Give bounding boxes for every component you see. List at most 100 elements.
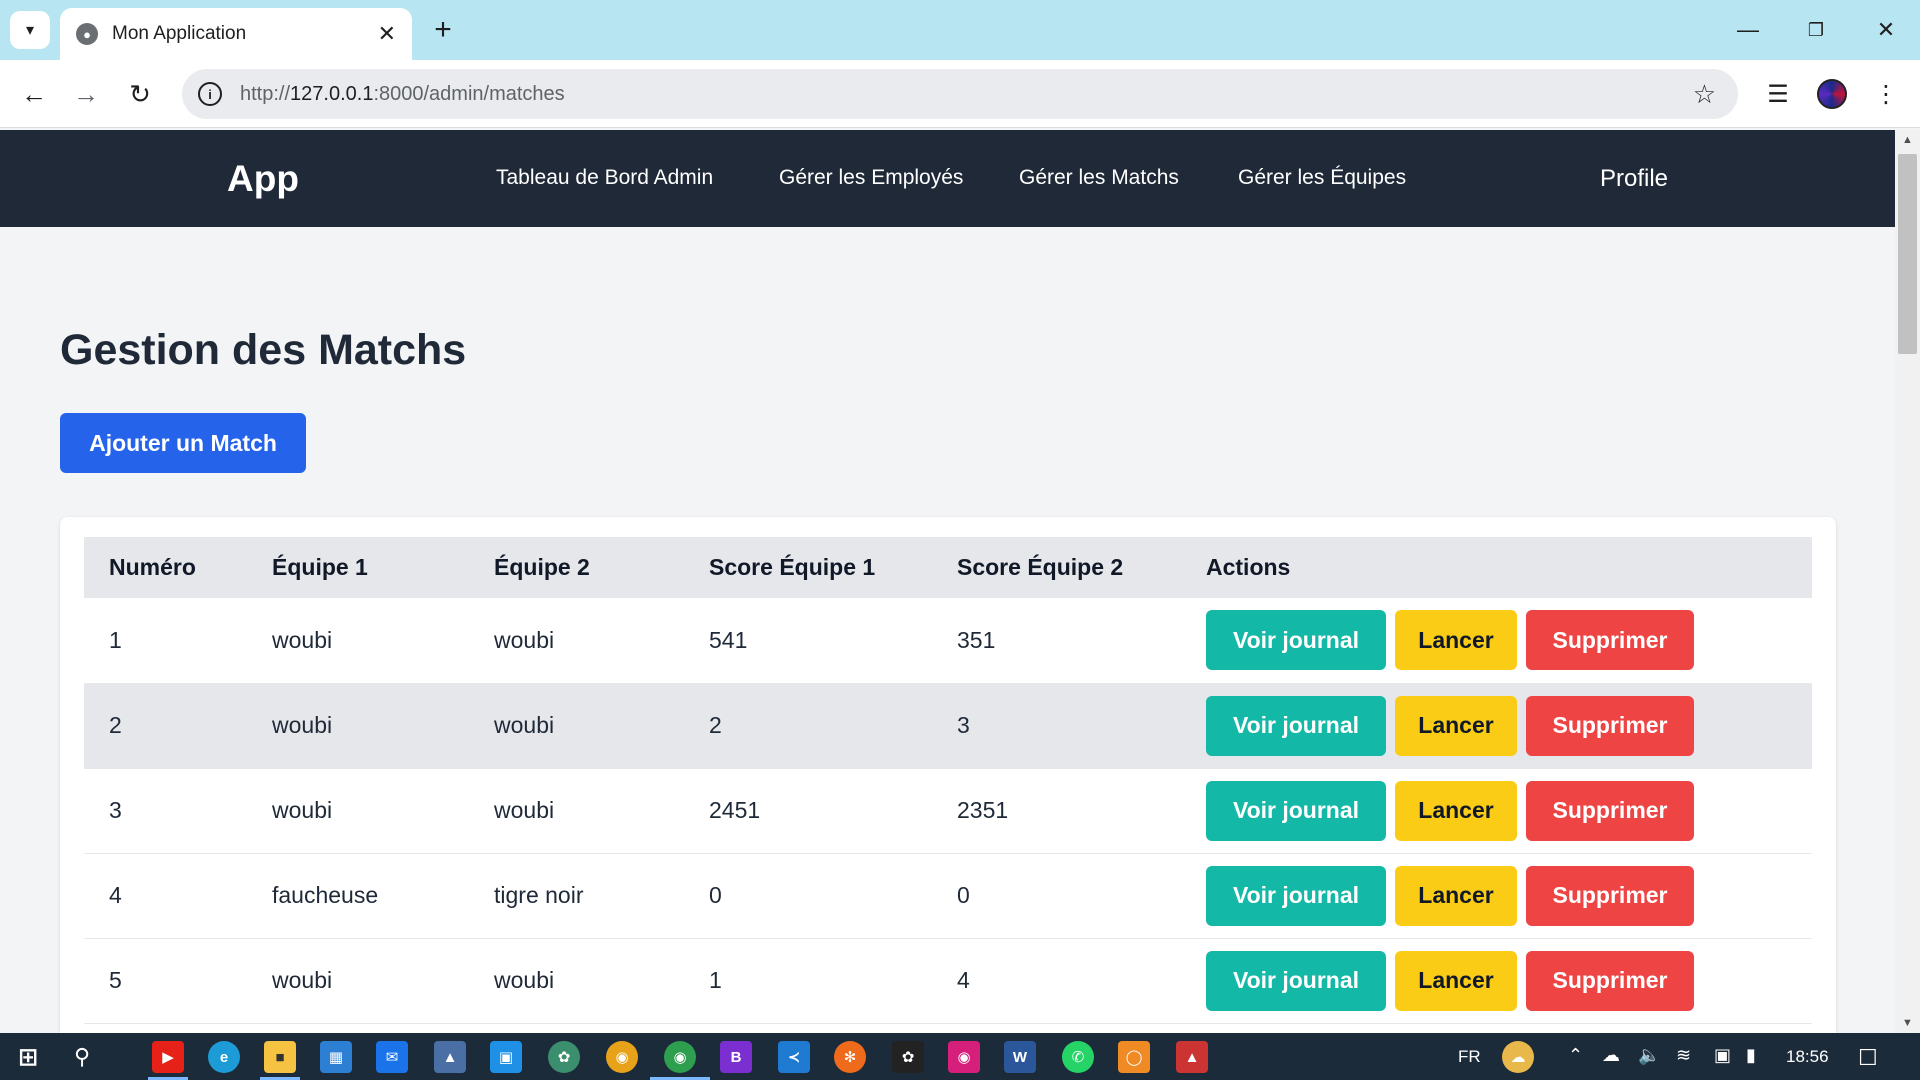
wifi-icon[interactable]: ≋ [1676,1045,1691,1066]
url-text[interactable]: http://127.0.0.1:8000/admin/matches [240,83,1693,106]
browser-tab[interactable]: ● Mon Application ✕ [60,8,412,60]
app-icon-4[interactable]: ◉ [948,1041,980,1073]
cell-actions: Voir journal Lancer Supprimer [1181,768,1812,853]
battery-icon[interactable]: ▮ [1746,1045,1756,1066]
scroll-up-arrow-icon[interactable]: ▲ [1895,130,1920,150]
cell-number: 2 [109,712,122,738]
app-icon-6[interactable]: ▲ [1176,1041,1208,1073]
chevron-up-icon[interactable]: ⌃ [1568,1045,1583,1066]
cell-team2: woubi [494,967,555,993]
nav-link-teams[interactable]: Gérer les Équipes [1238,166,1406,190]
cell-team1: woubi [272,626,333,653]
cell-team1: woubi [272,712,333,738]
nav-link-profile[interactable]: Profile [1600,165,1668,193]
view-log-button[interactable]: Voir journal [1206,950,1386,1011]
table-row: 4 faucheuse tigre noir 0 0 Voir journal L… [84,853,1812,938]
reload-icon[interactable]: ↻ [120,74,160,114]
close-tab-icon[interactable]: ✕ [378,21,396,47]
weather-icon[interactable]: ☁ [1502,1041,1534,1073]
close-window-icon[interactable]: ✕ [1856,8,1916,52]
camera-icon[interactable]: ▣ [1714,1045,1731,1066]
edge-icon[interactable]: e [208,1041,240,1073]
language-indicator[interactable]: FR [1458,1047,1481,1067]
windows-taskbar: ⊞ ⚲ ▶ e ■ ▦ ✉ ▲ ▣ ✿ ◉ ◉ B ≺ ✻ ✿ ◉ W ✆ ◯ … [0,1033,1920,1080]
nav-link-dashboard[interactable]: Tableau de Bord Admin [496,166,713,190]
chatgpt-icon[interactable]: ✿ [548,1041,580,1073]
volume-icon[interactable]: 🔈 [1638,1045,1660,1066]
delete-button[interactable]: Supprimer [1526,780,1694,841]
nav-link-employees[interactable]: Gérer les Employés [779,166,963,190]
header-team1: Équipe 1 [272,554,368,580]
launch-button[interactable]: Lancer [1395,610,1517,671]
store-icon[interactable]: ▦ [320,1041,352,1073]
cell-score1: 541 [709,626,748,653]
tab-search-icon[interactable]: ▾ [10,11,50,49]
media-control-icon[interactable]: ☰ [1758,74,1798,114]
app-icon-5[interactable]: ◯ [1118,1041,1150,1073]
header-actions: Actions [1206,554,1291,580]
url-prefix: http:// [240,82,291,105]
whatsapp-icon[interactable]: ✆ [1062,1041,1094,1073]
url-path: :8000/admin/matches [373,82,565,105]
page-scrollbar[interactable]: ▲ ▼ [1895,130,1920,1033]
file-explorer-icon[interactable]: ■ [264,1041,296,1073]
view-log-button[interactable]: Voir journal [1206,610,1386,671]
scroll-thumb[interactable] [1898,154,1917,354]
profile-avatar-icon[interactable] [1812,74,1852,114]
delete-button[interactable]: Supprimer [1526,610,1694,671]
delete-button[interactable]: Supprimer [1526,865,1694,926]
app-icon-3[interactable]: ✻ [834,1041,866,1073]
site-info-icon[interactable]: i [198,82,222,106]
address-bar[interactable]: i http://127.0.0.1:8000/admin/matches ☆ [182,69,1738,119]
word-icon[interactable]: W [1004,1041,1036,1073]
url-host: 127.0.0.1 [290,82,374,105]
add-match-button[interactable]: Ajouter un Match [60,413,306,473]
app-icon-1[interactable]: ▲ [434,1041,466,1073]
launch-button[interactable]: Lancer [1395,780,1517,841]
windows-start-icon[interactable]: ⊞ [12,1041,44,1073]
delete-button[interactable]: Supprimer [1526,695,1694,756]
mail-icon[interactable]: ✉ [376,1041,408,1073]
header-team2: Équipe 2 [494,554,590,580]
search-icon[interactable]: ⚲ [66,1041,98,1073]
app-icon-2[interactable]: ▣ [490,1041,522,1073]
launch-button[interactable]: Lancer [1395,950,1517,1011]
restore-icon[interactable]: ❐ [1786,8,1846,52]
clock-time[interactable]: 18:56 [1786,1047,1829,1067]
youtube-icon[interactable]: ▶ [152,1041,184,1073]
cell-score1: 2451 [709,797,761,823]
browser-tab-bar: ▾ ● Mon Application ✕ + — ❐ ✕ [0,0,1920,60]
minimize-icon[interactable]: — [1718,8,1778,52]
matches-table: Numéro Équipe 1 Équipe 2 Score Équipe 1 … [84,537,1812,1033]
bootstrap-icon[interactable]: B [720,1041,752,1073]
cell-team1: woubi [272,797,333,823]
forward-icon[interactable]: → [66,74,106,114]
view-log-button[interactable]: Voir journal [1206,695,1386,756]
new-tab-icon[interactable]: + [425,12,461,48]
delete-button[interactable]: Supprimer [1526,950,1694,1011]
cell-score1: 1 [709,967,722,993]
cell-score2: 0 [957,882,970,908]
menu-dots-icon[interactable]: ⋮ [1866,74,1906,114]
bookmark-star-icon[interactable]: ☆ [1693,79,1716,110]
scroll-down-arrow-icon[interactable]: ▼ [1895,1013,1920,1033]
launch-button[interactable]: Lancer [1395,695,1517,756]
launch-button[interactable]: Lancer [1395,865,1517,926]
network-alert-icon[interactable]: ☁ [1602,1045,1620,1066]
cell-team2: woubi [494,712,555,738]
cell-score2: 351 [957,626,996,653]
vscode-icon[interactable]: ≺ [778,1041,810,1073]
brand-logo[interactable]: App [227,158,299,200]
notifications-icon[interactable]: ☐ [1858,1045,1878,1071]
openai-icon[interactable]: ✿ [892,1041,924,1073]
cell-score2: 2351 [957,797,1009,823]
web-page: App Tableau de Bord Admin Gérer les Empl… [0,130,1895,1033]
cell-team2: tigre noir [494,882,584,908]
table-row: 1 woubi woubi 541 351 Voir journal Lancer… [84,598,1812,683]
chrome-icon[interactable]: ◉ [664,1041,696,1073]
nav-link-matches[interactable]: Gérer les Matchs [1019,166,1179,190]
view-log-button[interactable]: Voir journal [1206,865,1386,926]
brave-icon[interactable]: ◉ [606,1041,638,1073]
view-log-button[interactable]: Voir journal [1206,780,1386,841]
back-icon[interactable]: ← [14,74,54,114]
